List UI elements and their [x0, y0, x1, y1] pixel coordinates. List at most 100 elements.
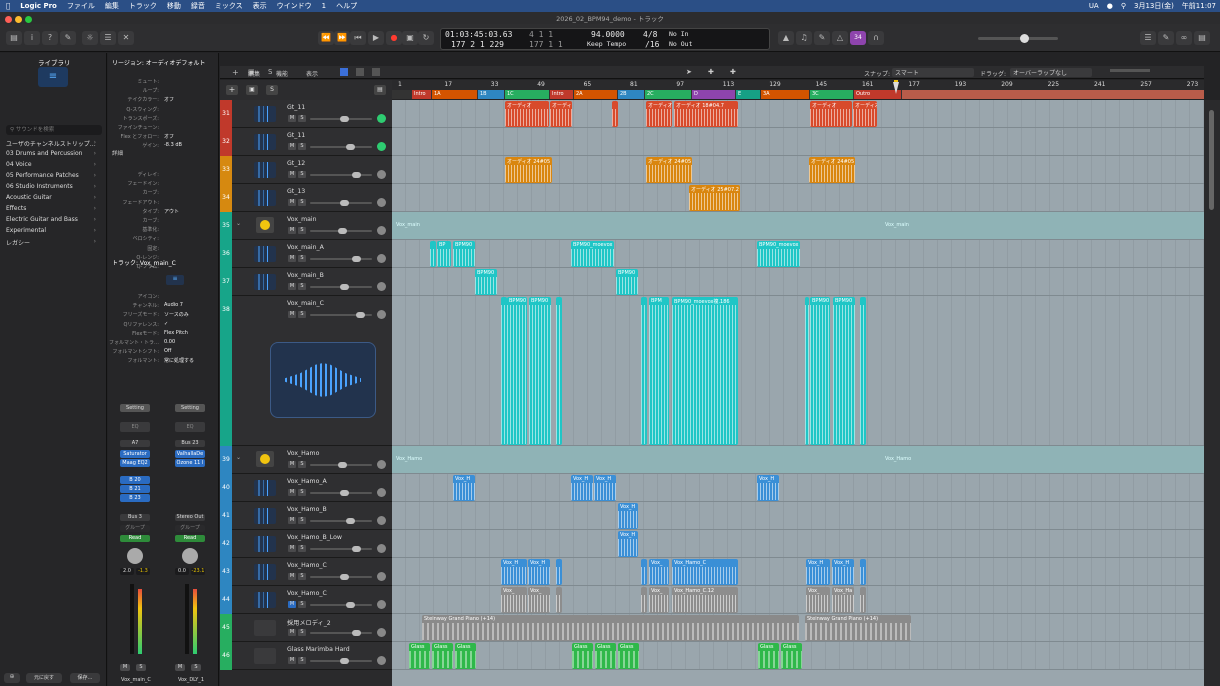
- bar-ruler[interactable]: 1 17 33 49 65 81 97 113 129 145 161 177 193 209 225 241…: [392, 80, 1204, 90]
- inspector-value[interactable]: 0.00: [164, 339, 175, 345]
- mute-button[interactable]: M: [288, 199, 296, 206]
- region-inspector-header[interactable]: リージョン: オーディオデフォルト: [112, 58, 205, 67]
- inspector-row[interactable]: フェードイン:: [110, 180, 215, 189]
- track-name[interactable]: Vox_Hamo_C: [287, 562, 327, 569]
- edit-menu[interactable]: 編集: [248, 69, 260, 78]
- plugin-slot[interactable]: Ozone 11 I: [175, 459, 205, 467]
- mute-button[interactable]: M: [288, 143, 296, 150]
- mute-button[interactable]: M: [288, 657, 296, 664]
- track-pan-knob[interactable]: [377, 198, 386, 207]
- solo-button[interactable]: S: [298, 143, 306, 150]
- inspector-row[interactable]: ディレイ:: [110, 171, 215, 180]
- region[interactable]: Glass: [618, 643, 639, 669]
- inspector-row[interactable]: フェードアウト:: [110, 199, 215, 208]
- send-slot[interactable]: B 21: [120, 485, 150, 493]
- region[interactable]: Vox_H: [453, 475, 475, 501]
- region[interactable]: Vox_H: [571, 475, 593, 501]
- plugin-slot[interactable]: Maag EQ2: [120, 459, 150, 467]
- marker[interactable]: Outro: [854, 90, 901, 99]
- track-volume-slider[interactable]: [310, 518, 372, 524]
- solo-button[interactable]: S: [298, 517, 306, 524]
- arrange-area[interactable]: オーディオオーディオオーディオオーディオ 18#04.7オーディオオーディオオー…: [392, 100, 1204, 686]
- inspector-value[interactable]: -8.3 dB: [164, 142, 182, 148]
- inspector-row[interactable]: タイプ: アウト: [110, 208, 215, 217]
- track-pan-knob[interactable]: [377, 282, 386, 291]
- inspector-value[interactable]: Audio 7: [164, 302, 183, 308]
- list-editors-icon[interactable]: ☰: [1140, 31, 1156, 45]
- solo-button[interactable]: S: [298, 629, 306, 636]
- region[interactable]: [556, 587, 562, 613]
- inspector-value[interactable]: オフ: [164, 133, 174, 140]
- marker[interactable]: 3A: [761, 90, 809, 99]
- region[interactable]: Vox_H: [594, 475, 616, 501]
- clock-date[interactable]: 3月13日(金): [1134, 1, 1174, 11]
- input-slot[interactable]: A7: [120, 440, 150, 447]
- flex-icon[interactable]: [356, 68, 364, 76]
- track-volume-knob[interactable]: [352, 546, 361, 552]
- mute-button[interactable]: M: [120, 664, 130, 671]
- menu-edit[interactable]: 編集: [105, 1, 119, 11]
- region[interactable]: Glass: [781, 643, 802, 669]
- minimize-icon[interactable]: [15, 16, 22, 23]
- region[interactable]: オーディオ: [505, 101, 549, 127]
- inspector-row[interactable]: アイコン:: [110, 293, 215, 302]
- region[interactable]: Vox_H: [618, 531, 638, 557]
- region[interactable]: [860, 297, 866, 445]
- track-volume-slider[interactable]: [310, 312, 372, 318]
- region[interactable]: オーディオ: [646, 101, 672, 127]
- track-name[interactable]: Vox_main_A: [287, 244, 324, 251]
- marker[interactable]: 2B: [618, 90, 644, 99]
- solo-icon[interactable]: ✎: [814, 31, 830, 45]
- track-lane[interactable]: [392, 212, 1204, 240]
- region[interactable]: BPM90: [453, 241, 475, 267]
- menu-track[interactable]: トラック: [129, 1, 157, 11]
- track-header[interactable]: 36 Vox_main_A M S: [220, 240, 392, 268]
- library-item[interactable]: Electric Guitar and Bass ›: [6, 216, 100, 226]
- mute-button[interactable]: M: [288, 311, 296, 318]
- menu-1[interactable]: 1: [322, 2, 326, 10]
- track-volume-knob[interactable]: [340, 490, 349, 496]
- vertical-scrollbar[interactable]: [1204, 100, 1220, 686]
- region[interactable]: オーディオ 25#07.2: [689, 185, 740, 211]
- library-item[interactable]: 06 Studio Instruments ›: [6, 183, 100, 193]
- track-header[interactable]: 45 採用メロディ_2 M S: [220, 614, 392, 642]
- mute-button[interactable]: M: [288, 517, 296, 524]
- smart-controls-icon[interactable]: ☼: [82, 31, 98, 45]
- track-volume-slider[interactable]: [310, 172, 372, 178]
- track-name[interactable]: Vox_Hamo_B: [287, 506, 327, 513]
- region[interactable]: Vox_H: [501, 559, 527, 585]
- marker-track[interactable]: Intro 1A 1B 1C Intro 2A 2B 2C D E 3A 3C Outro: [392, 90, 1204, 99]
- track-volume-knob[interactable]: [346, 518, 355, 524]
- track-name[interactable]: Vox_main_B: [287, 272, 324, 279]
- track-lane[interactable]: [392, 530, 1204, 558]
- track-volume-knob[interactable]: [340, 284, 349, 290]
- disclosure-icon[interactable]: ⌄: [236, 220, 241, 227]
- scroll-thumb[interactable]: [1209, 110, 1214, 210]
- region[interactable]: [556, 297, 562, 445]
- inspector-row[interactable]: ゲイン: -8.3 dB: [110, 142, 215, 151]
- volume-readout[interactable]: 0.0: [175, 568, 189, 575]
- count-in-badge[interactable]: 34: [850, 31, 866, 45]
- inspector-row[interactable]: フォルマント: 常に処理する: [110, 357, 215, 366]
- inspector-row[interactable]: Flexモード: Flex Pitch: [110, 330, 215, 339]
- track-volume-slider[interactable]: [310, 574, 372, 580]
- new-track-button[interactable]: +: [226, 85, 238, 95]
- group-slot[interactable]: グループ: [120, 525, 150, 532]
- inspector-row[interactable]: チャンネル: Audio 7: [110, 302, 215, 311]
- menu-app[interactable]: Logic Pro: [20, 2, 57, 10]
- replace-icon[interactable]: ▲: [778, 31, 794, 45]
- track-lane[interactable]: [392, 446, 1204, 474]
- region[interactable]: Vox_: [649, 587, 669, 613]
- track-pan-knob[interactable]: [377, 310, 386, 319]
- region[interactable]: [805, 297, 809, 445]
- track-volume-slider[interactable]: [310, 546, 372, 552]
- region[interactable]: Vox_H: [832, 559, 854, 585]
- marker[interactable]: Intro: [412, 90, 431, 99]
- library-search-input[interactable]: ⚲ サウンドを検索: [6, 125, 102, 135]
- track-header[interactable]: 34 Gt_13 M S: [220, 184, 392, 212]
- track-volume-slider[interactable]: [310, 658, 372, 664]
- region[interactable]: [641, 587, 647, 613]
- plugin-slot[interactable]: ValhallaDe: [175, 450, 205, 458]
- track-volume-knob[interactable]: [340, 658, 349, 664]
- track-pan-knob[interactable]: [377, 600, 386, 609]
